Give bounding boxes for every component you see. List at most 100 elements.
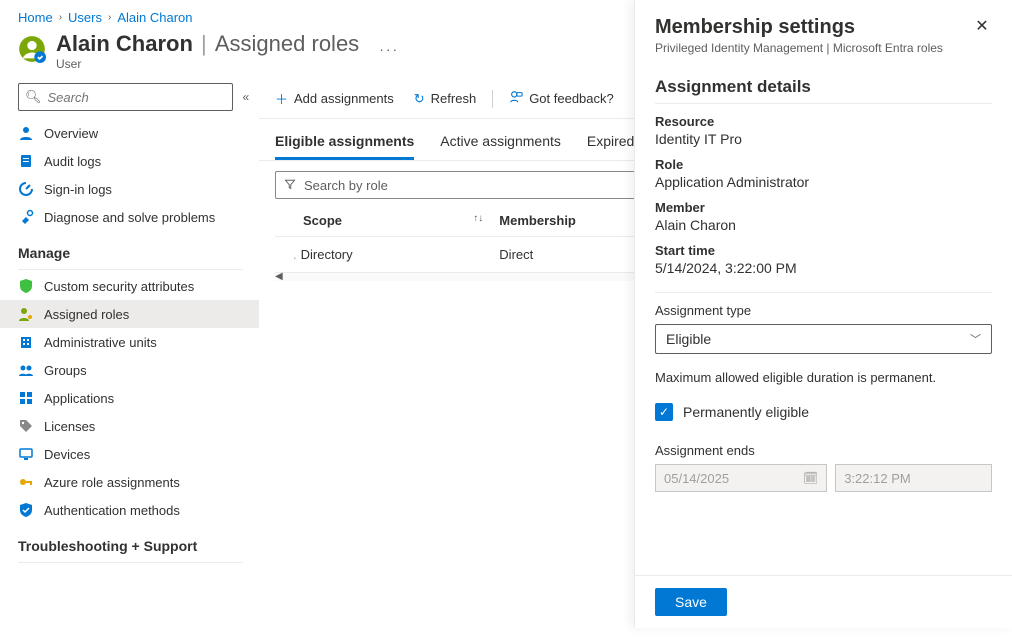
- feedback-icon: [509, 90, 523, 107]
- section-assignment-details: Assignment details: [655, 77, 992, 97]
- refresh-button[interactable]: ↻ Refresh: [414, 91, 476, 107]
- panel-title: Membership settings: [655, 16, 943, 39]
- plus-icon: ＋: [275, 89, 288, 108]
- search-icon: 🔍︎: [25, 89, 42, 105]
- filter-placeholder: Search by role: [304, 178, 388, 193]
- label-member: Member: [655, 200, 992, 215]
- col-scope[interactable]: Scope ↑↓: [275, 205, 491, 237]
- wrench-icon: [18, 209, 34, 225]
- end-date-input: 05/14/2025 🗓︎: [655, 464, 827, 492]
- sidebar-item-audit-logs[interactable]: Audit logs: [0, 147, 259, 175]
- label-role: Role: [655, 157, 992, 172]
- building-icon: [18, 334, 34, 350]
- nav-section-troubleshooting: Troubleshooting + Support: [0, 524, 259, 558]
- sidebar-item-label: Applications: [44, 391, 114, 406]
- refresh-icon: ↻: [414, 91, 425, 107]
- sidebar-item-label: Overview: [44, 126, 98, 141]
- assignment-type-select[interactable]: Eligible ﹀: [655, 324, 992, 354]
- sidebar-search-input[interactable]: [48, 90, 226, 105]
- label-start-time: Start time: [655, 243, 992, 258]
- end-time-value: 3:22:12 PM: [844, 471, 911, 486]
- monitor-icon: [18, 446, 34, 462]
- sidebar-item-label: Devices: [44, 447, 90, 462]
- tab-eligible-assignments[interactable]: Eligible assignments: [275, 133, 414, 160]
- sidebar-item-diagnose[interactable]: Diagnose and solve problems: [0, 203, 259, 231]
- sidebar-item-label: Assigned roles: [44, 307, 129, 322]
- cmd-label: Got feedback?: [529, 91, 614, 106]
- user-name: Alain Charon: [56, 31, 193, 56]
- book-icon: [18, 153, 34, 169]
- label-assignment-type: Assignment type: [655, 303, 992, 318]
- user-avatar-icon: [18, 35, 46, 63]
- nav-section-manage: Manage: [0, 231, 259, 265]
- sidebar-item-label: Audit logs: [44, 154, 101, 169]
- more-icon[interactable]: ···: [379, 41, 399, 57]
- add-assignments-button[interactable]: ＋ Add assignments: [275, 89, 394, 108]
- col-label: Scope: [303, 213, 342, 228]
- title-separator: |: [201, 31, 207, 56]
- label-assignment-ends: Assignment ends: [655, 443, 992, 458]
- key-icon: [18, 474, 34, 490]
- save-button[interactable]: Save: [655, 588, 727, 616]
- permanently-eligible-checkbox[interactable]: ✓ Permanently eligible: [655, 403, 992, 421]
- entity-type: User: [56, 57, 359, 71]
- sidebar-item-label: Groups: [44, 363, 87, 378]
- cmd-label: Add assignments: [294, 91, 394, 106]
- sidebar-item-devices[interactable]: Devices: [0, 440, 259, 468]
- breadcrumb-current[interactable]: Alain Charon: [117, 10, 192, 25]
- sidebar-item-licenses[interactable]: Licenses: [0, 412, 259, 440]
- person-key-icon: [18, 306, 34, 322]
- sidebar-item-authentication-methods[interactable]: Authentication methods: [0, 496, 259, 524]
- sidebar-item-label: Custom security attributes: [44, 279, 194, 294]
- cmd-label: Refresh: [431, 91, 477, 106]
- sidebar-item-assigned-roles[interactable]: Assigned roles: [0, 300, 259, 328]
- close-icon[interactable]: ✕: [972, 16, 992, 55]
- checkbox-label: Permanently eligible: [683, 404, 809, 420]
- page-section: Assigned roles: [215, 31, 359, 56]
- value-resource: Identity IT Pro: [655, 131, 992, 147]
- end-date-value: 05/14/2025: [664, 471, 729, 486]
- sidebar-item-applications[interactable]: Applications: [0, 384, 259, 412]
- sidebar-item-administrative-units[interactable]: Administrative units: [0, 328, 259, 356]
- sidebar-item-overview[interactable]: Overview: [0, 119, 259, 147]
- checkbox-checked-icon: ✓: [655, 403, 673, 421]
- tag-icon: [18, 418, 34, 434]
- sort-icon: ↑↓: [473, 213, 483, 224]
- cell-scope: Directory: [301, 247, 353, 262]
- sidebar-item-label: Azure role assignments: [44, 475, 180, 490]
- sidebar-item-custom-security-attributes[interactable]: Custom security attributes: [0, 272, 259, 300]
- divider: [18, 562, 243, 563]
- sidebar-item-label: Administrative units: [44, 335, 157, 350]
- value-role: Application Administrator: [655, 174, 992, 190]
- breadcrumb-home[interactable]: Home: [18, 10, 53, 25]
- end-time-input: 3:22:12 PM: [835, 464, 992, 492]
- grid-icon: [18, 390, 34, 406]
- breadcrumb-users[interactable]: Users: [68, 10, 102, 25]
- person-icon: [18, 125, 34, 141]
- sidebar-item-signin-logs[interactable]: Sign-in logs: [0, 175, 259, 203]
- sidebar-search[interactable]: 🔍︎: [18, 83, 233, 111]
- select-value: Eligible: [666, 331, 711, 347]
- chevron-right-icon: ›: [108, 12, 111, 23]
- divider: [655, 103, 992, 104]
- groups-icon: [18, 362, 34, 378]
- signin-icon: [18, 181, 34, 197]
- sidebar-item-azure-role-assignments[interactable]: Azure role assignments: [0, 468, 259, 496]
- filter-icon: [284, 178, 296, 193]
- sidebar-item-label: Licenses: [44, 419, 95, 434]
- value-start-time: 5/14/2024, 3:22:00 PM: [655, 260, 992, 276]
- feedback-button[interactable]: Got feedback?: [509, 90, 614, 107]
- shield-check-icon: [18, 502, 34, 518]
- value-member: Alain Charon: [655, 217, 992, 233]
- tab-active-assignments[interactable]: Active assignments: [440, 133, 561, 160]
- sidebar-item-groups[interactable]: Groups: [0, 356, 259, 384]
- chevron-down-icon: ﹀: [970, 331, 981, 347]
- chevron-right-icon: ›: [59, 12, 62, 23]
- sidebar-item-label: Diagnose and solve problems: [44, 210, 215, 225]
- scroll-left-icon[interactable]: ◀: [275, 271, 283, 282]
- collapse-sidebar-icon[interactable]: «: [243, 90, 250, 104]
- shield-icon: [18, 278, 34, 294]
- sidebar-item-label: Sign-in logs: [44, 182, 112, 197]
- sidebar-item-label: Authentication methods: [44, 503, 180, 518]
- label-resource: Resource: [655, 114, 992, 129]
